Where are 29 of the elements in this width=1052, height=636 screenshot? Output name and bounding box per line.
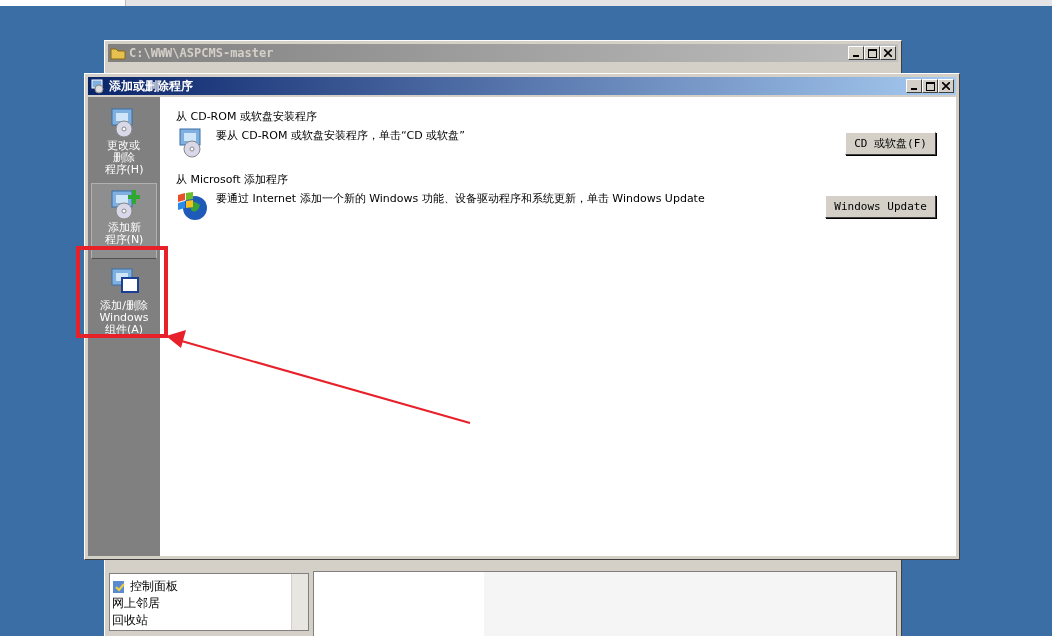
section-description: 要从 CD-ROM 或软盘安装程序，单击“CD 或软盘” (216, 128, 466, 143)
section-heading: 从 Microsoft 添加程序 (176, 172, 290, 187)
section-heading: 从 CD-ROM 或软盘安装程序 (176, 109, 318, 124)
add-program-icon (108, 188, 140, 220)
window-title: 添加或删除程序 (109, 77, 194, 95)
tree-item[interactable]: 控制面板 (112, 578, 178, 595)
sidebar-item[interactable]: 添加/删除 Windows 组件(A) (91, 261, 157, 341)
close-icon (942, 82, 950, 90)
section-description: 要通过 Internet 添加一个新的 Windows 功能、设备驱动程序和系统更新，单击 Windows Update (216, 191, 706, 206)
maximize-icon (925, 81, 935, 91)
close-button[interactable] (880, 46, 896, 60)
sidebar-item[interactable]: 更改或 删除 程序(H) (91, 101, 157, 181)
maximize-icon (867, 48, 877, 58)
minimize-button[interactable] (848, 46, 864, 60)
close-icon (884, 49, 892, 57)
folder-icon (110, 46, 126, 60)
programs-icon (90, 78, 106, 94)
window-title: C:\WWW\ASPCMS-master (129, 46, 275, 60)
action-button[interactable]: Windows Update (825, 195, 936, 218)
maximize-button[interactable] (922, 79, 938, 93)
windows-globe-icon (176, 189, 208, 221)
maximize-button[interactable] (864, 46, 880, 60)
action-button[interactable]: CD 或软盘(F) (845, 132, 936, 155)
tree-item[interactable]: 回收站 (112, 612, 148, 629)
control-panel-icon (112, 579, 126, 594)
scrollbar[interactable] (291, 574, 308, 630)
close-button[interactable] (938, 79, 954, 93)
minimize-button[interactable] (906, 79, 922, 93)
tree-item[interactable]: 网上邻居 (112, 595, 160, 612)
